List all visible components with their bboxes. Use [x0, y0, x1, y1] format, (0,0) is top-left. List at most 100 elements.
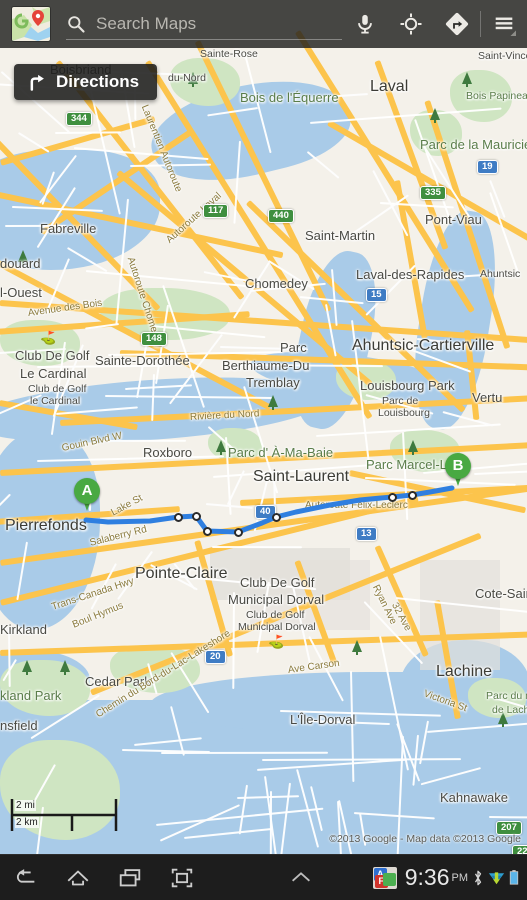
notification-icons[interactable]: A F [373, 867, 397, 889]
park-tree-icon [462, 72, 472, 84]
map-label: le Cardinal [30, 395, 80, 407]
map-label: Pierrefonds [5, 517, 87, 535]
home-icon [65, 865, 91, 891]
map-label: de Lachin [492, 704, 527, 716]
map-label: Club de Golf [246, 609, 304, 621]
rail-yard-area [420, 560, 500, 670]
google-maps-logo[interactable] [12, 7, 50, 41]
map-label: Cote-Saint [475, 586, 527, 601]
map-label: l-Ouest [0, 285, 42, 300]
map-label: kland Park [0, 688, 61, 703]
road-segment [474, 470, 527, 476]
map-label: Tremblay [246, 375, 300, 390]
park-tree-icon [430, 108, 440, 120]
map-label: Vertu [472, 390, 502, 405]
expand-status-button[interactable] [275, 855, 327, 900]
map-label: douard [0, 256, 40, 271]
golf-course-icon: ⛳ [268, 634, 284, 650]
route-waypoint [234, 528, 243, 537]
chevron-up-icon [288, 865, 314, 891]
app-green-icon [383, 873, 396, 886]
street-label: Boul Hymus [71, 600, 125, 630]
route-shield: 19 [477, 160, 498, 174]
map-label: Fabreville [40, 221, 96, 236]
recent-apps-icon [117, 865, 143, 891]
back-button[interactable] [0, 855, 52, 900]
map-label: Ahuntsic [480, 268, 520, 280]
voice-search-button[interactable] [342, 0, 388, 48]
route-shield: 440 [268, 209, 294, 223]
search-icon [66, 14, 86, 34]
wifi-icon [488, 869, 505, 886]
map-label: Sainte-Dorothée [95, 353, 190, 368]
road-segment [307, 151, 339, 178]
route-waypoint [272, 513, 281, 522]
park-tree-icon [268, 395, 278, 407]
map-label: Kahnawake [440, 790, 508, 805]
route-waypoint [388, 493, 397, 502]
route-shield: 13 [356, 527, 377, 541]
map-label: Le Cardinal [20, 366, 87, 381]
map-label: Bois de l'Équerre [240, 90, 339, 105]
destination-marker[interactable]: B [445, 453, 471, 487]
clock-ampm: PM [452, 872, 469, 884]
clock-time: 9:36 [405, 864, 450, 891]
map-label: Ahuntsic-Cartierville [352, 337, 494, 355]
directions-tooltip-button[interactable]: Directions [14, 64, 157, 100]
top-app-bar: Search Maps [0, 0, 527, 48]
search-field[interactable]: Search Maps [66, 9, 342, 40]
overflow-menu-button[interactable] [481, 0, 527, 48]
park-tree-icon [352, 640, 362, 652]
map-label: Saint-Vincent [478, 50, 527, 62]
map-label: nsfield [0, 718, 38, 733]
map-label: Saint-Laurent [253, 468, 349, 486]
notification-badge-group: A F [373, 867, 397, 889]
hamburger-menu-icon [492, 12, 516, 36]
scale-km: 2 km [15, 817, 39, 828]
map-label: du-Nord [168, 72, 206, 84]
park-tree-icon [60, 660, 70, 672]
screenshot-button[interactable] [156, 855, 208, 900]
directions-icon [445, 12, 469, 36]
my-location-button[interactable] [388, 0, 434, 48]
map-label: Chomedey [245, 276, 308, 291]
map-label: Roxboro [143, 445, 192, 460]
map-label: Louisbourg [378, 407, 430, 419]
map-label: Club de Golf [28, 383, 86, 395]
map-label: Club De Golf [15, 348, 89, 363]
map-label: Sainte-Rose [200, 48, 258, 60]
marker-letter-a: A [74, 478, 100, 504]
system-status-area[interactable]: A F 9:36 PM [373, 864, 527, 891]
google-maps-logo-icon [12, 7, 50, 41]
directions-tooltip-label: Directions [56, 72, 139, 92]
map-label: Louisbourg Park [360, 378, 455, 393]
scale-miles: 2 mi [15, 800, 36, 811]
origin-marker[interactable]: A [74, 478, 100, 512]
map-label: Parc [280, 340, 307, 355]
map-label: Pont-Viau [425, 212, 482, 227]
map-label: Parc de [382, 395, 418, 407]
recent-apps-button[interactable] [104, 855, 156, 900]
turn-right-arrow-icon [26, 72, 46, 92]
map-label: Kirkland [0, 622, 47, 637]
map-label: Lachine [436, 663, 492, 681]
my-location-icon [399, 12, 423, 36]
street-label: Autoroute Félix-Leclerc [305, 500, 408, 511]
map-label: Club De Golf [240, 575, 314, 590]
battery-icon [509, 869, 519, 886]
microphone-icon [354, 13, 376, 35]
home-button[interactable] [52, 855, 104, 900]
directions-button[interactable] [434, 0, 480, 48]
map-label: Parc de la Mauricie [420, 137, 527, 152]
map-label: Bois Papineau [466, 90, 527, 102]
android-navigation-bar: A F 9:36 PM [0, 854, 527, 900]
marker-letter-b: B [445, 453, 471, 479]
map-canvas[interactable]: ⛳⛳ BoisbriandSainte-RoseLavalSaint-Vince… [0, 0, 527, 855]
bluetooth-icon [473, 869, 483, 887]
map-label: L'Île-Dorval [290, 712, 355, 727]
route-shield: 15 [366, 288, 387, 302]
park-tree-icon [216, 440, 226, 452]
route-waypoint [174, 513, 183, 522]
route-waypoint [408, 491, 417, 500]
route-shield: 117 [203, 204, 228, 218]
